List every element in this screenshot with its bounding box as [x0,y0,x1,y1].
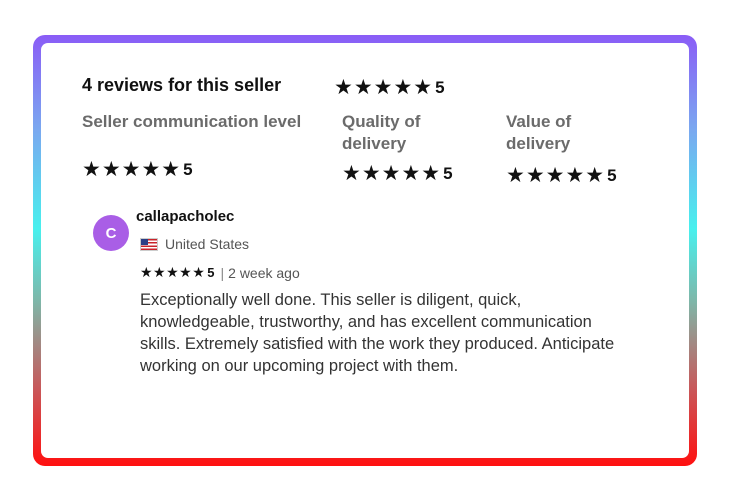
avatar[interactable]: C [93,215,129,251]
review-card-border: 4 reviews for this seller ★★★★★ 5 Seller… [33,35,697,466]
review-meta: ★★★★★ 5 | 2 week ago [140,264,300,281]
category-rating-communication: ★★★★★ 5 [82,159,193,181]
reviews-count-heading: 4 reviews for this seller [82,75,282,95]
review-rating-value: 5 [207,265,215,280]
review-card: 4 reviews for this seller ★★★★★ 5 Seller… [41,43,689,458]
value-rating-value: 5 [607,166,617,185]
overall-rating-value: 5 [435,78,445,97]
reviewer-username[interactable]: callapacholec [136,208,234,225]
review-time: 2 week ago [228,264,300,281]
category-rating-quality: ★★★★★ 5 [342,163,453,185]
quality-rating-value: 5 [443,164,453,183]
review-stars-icon: ★★★★★ [140,264,206,280]
review-text: Exceptionally well done. This seller is … [140,291,615,375]
us-flag-icon [140,237,158,251]
communication-stars-icon: ★★★★★ [82,158,182,181]
category-rating-value: ★★★★★ 5 [506,165,617,187]
category-label-value: Value of delivery [506,112,572,153]
quality-stars-icon: ★★★★★ [342,162,442,185]
reviewer-country: United States [140,236,249,252]
reviewer-country-label: United States [165,236,250,252]
value-stars-icon: ★★★★★ [506,164,606,187]
meta-separator: | [220,264,225,281]
category-label-quality: Quality of delivery [342,112,421,153]
category-label-communication: Seller communication level [82,112,302,131]
communication-rating-value: 5 [183,160,193,179]
overall-rating: ★★★★★ 5 [334,77,445,99]
overall-stars-icon: ★★★★★ [334,76,434,99]
